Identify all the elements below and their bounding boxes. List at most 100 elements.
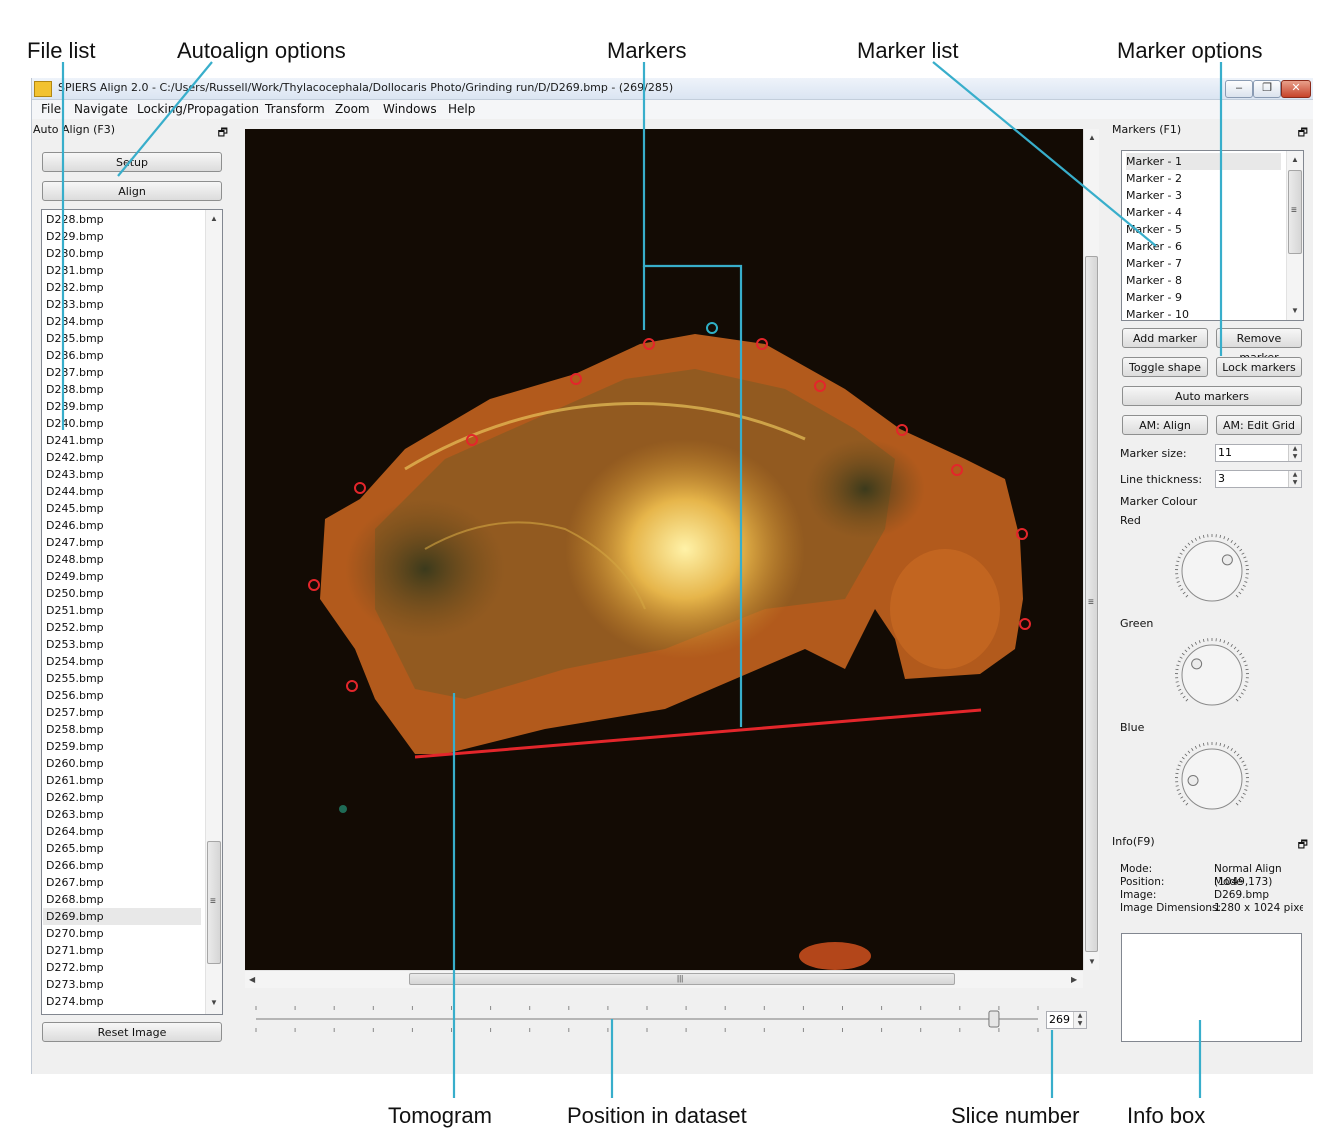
viewport-horizontal-scrollbar[interactable]: ◀ ||| ▶ [245, 970, 1083, 988]
selected-marker[interactable] [706, 322, 718, 334]
file-list-item[interactable]: D238.bmp [46, 381, 201, 398]
spin-arrows-icon[interactable]: ▲ ▼ [1288, 471, 1301, 487]
slider-handle[interactable] [988, 1010, 1000, 1028]
file-list-item[interactable]: D246.bmp [46, 517, 201, 534]
file-list-item[interactable]: D267.bmp [46, 874, 201, 891]
file-list-item[interactable]: D250.bmp [46, 585, 201, 602]
toggle-shape-button[interactable]: Toggle shape [1122, 357, 1208, 377]
menu-file[interactable]: File [41, 102, 61, 116]
marker-list-item[interactable]: Marker - 4 [1126, 204, 1281, 221]
dial-indicator[interactable] [1191, 658, 1203, 670]
scroll-right-arrow-icon[interactable]: ▶ [1071, 975, 1077, 984]
float-panel-icon[interactable]: 🗗 [1298, 124, 1308, 143]
restore-button[interactable]: ❐ [1253, 80, 1281, 98]
file-list-scrollbar[interactable]: ▲ ≡ ▼ [205, 210, 222, 1014]
file-list-item[interactable]: D257.bmp [46, 704, 201, 721]
file-list-item[interactable]: D248.bmp [46, 551, 201, 568]
marker[interactable] [570, 373, 582, 385]
file-list-item[interactable]: D240.bmp [46, 415, 201, 432]
file-list-item[interactable]: D247.bmp [46, 534, 201, 551]
file-list-item[interactable]: D268.bmp [46, 891, 201, 908]
menu-zoom[interactable]: Zoom [335, 102, 370, 116]
remove-marker-button[interactable]: Remove marker [1216, 328, 1302, 364]
file-list-item[interactable]: D261.bmp [46, 772, 201, 789]
file-list-item[interactable]: D266.bmp [46, 857, 201, 874]
add-marker-button[interactable]: Add marker [1122, 328, 1208, 348]
minimize-button[interactable]: – [1225, 80, 1253, 98]
marker[interactable] [308, 579, 320, 591]
marker[interactable] [951, 464, 963, 476]
file-list-item[interactable]: D253.bmp [46, 636, 201, 653]
file-list-item[interactable]: D236.bmp [46, 347, 201, 364]
marker-list-item[interactable]: Marker - 6 [1126, 238, 1281, 255]
close-button[interactable]: ✕ [1281, 80, 1311, 98]
marker-list-item[interactable]: Marker - 3 [1126, 187, 1281, 204]
slice-number-spinbox[interactable]: 269 ▲ ▼ [1046, 1011, 1087, 1029]
dial-indicator[interactable] [1221, 554, 1233, 566]
menu-windows[interactable]: Windows [383, 102, 437, 116]
spin-arrows-icon[interactable]: ▲ ▼ [1073, 1012, 1086, 1028]
file-list-item[interactable]: D237.bmp [46, 364, 201, 381]
file-list-item[interactable]: D274.bmp [46, 993, 201, 1010]
file-list-item[interactable]: D249.bmp [46, 568, 201, 585]
file-list-item[interactable]: D272.bmp [46, 959, 201, 976]
file-list-item[interactable]: D264.bmp [46, 823, 201, 840]
marker-list-scrollbar[interactable]: ▲ ≡ ▼ [1286, 151, 1303, 320]
file-list-item[interactable]: D245.bmp [46, 500, 201, 517]
marker-overlay[interactable] [245, 129, 1099, 970]
marker[interactable] [643, 338, 655, 350]
scroll-left-arrow-icon[interactable]: ◀ [249, 975, 255, 984]
marker[interactable] [1019, 618, 1031, 630]
file-list-item[interactable]: D269.bmp [43, 908, 201, 925]
marker-list-item[interactable]: Marker - 10 [1126, 306, 1281, 320]
file-list-item[interactable]: D241.bmp [46, 432, 201, 449]
marker[interactable] [814, 380, 826, 392]
file-list-item[interactable]: D242.bmp [46, 449, 201, 466]
file-list-item[interactable]: D263.bmp [46, 806, 201, 823]
dial-indicator[interactable] [1187, 774, 1199, 786]
file-list-item[interactable]: D265.bmp [46, 840, 201, 857]
menu-locking-propagation[interactable]: Locking/Propagation [137, 102, 259, 116]
red-dial[interactable] [1172, 531, 1252, 611]
file-list-item[interactable]: D229.bmp [46, 228, 201, 245]
file-list-item[interactable]: D259.bmp [46, 738, 201, 755]
file-list-item[interactable]: D270.bmp [46, 925, 201, 942]
marker-list-item[interactable]: Marker - 8 [1126, 272, 1281, 289]
file-list-item[interactable]: D233.bmp [46, 296, 201, 313]
lock-markers-button[interactable]: Lock markers [1216, 357, 1302, 377]
spin-arrows-icon[interactable]: ▲ ▼ [1288, 445, 1301, 461]
marker[interactable] [1016, 528, 1028, 540]
reset-image-button[interactable]: Reset Image [42, 1022, 222, 1042]
green-dial[interactable] [1172, 635, 1252, 715]
marker[interactable] [896, 424, 908, 436]
am-align-button[interactable]: AM: Align [1122, 415, 1208, 435]
scroll-down-arrow-icon[interactable]: ▼ [1088, 957, 1096, 966]
float-panel-icon[interactable]: 🗗 [218, 124, 228, 143]
file-list-item[interactable]: D231.bmp [46, 262, 201, 279]
dial-knob[interactable] [1181, 540, 1243, 602]
marker-list[interactable]: Marker - 1 Marker - 2 Marker - 3 Marker - 4… [1121, 150, 1304, 321]
file-list[interactable]: D228.bmp D229.bmp D230.bmp D231.bmp D232.bmp… [41, 209, 223, 1015]
file-list-item[interactable]: D243.bmp [46, 466, 201, 483]
float-panel-icon[interactable]: 🗗 [1298, 836, 1308, 855]
viewport-vertical-scrollbar[interactable]: ▲ ≡ ▼ [1083, 129, 1099, 970]
marker-list-item[interactable]: Marker - 5 [1126, 221, 1281, 238]
file-list-item[interactable]: D230.bmp [46, 245, 201, 262]
file-list-item[interactable]: D271.bmp [46, 942, 201, 959]
file-list-item[interactable]: D232.bmp [46, 279, 201, 296]
file-list-item[interactable]: D260.bmp [46, 755, 201, 772]
marker-list-item[interactable]: Marker - 7 [1126, 255, 1281, 272]
marker[interactable] [354, 482, 366, 494]
file-list-item[interactable]: D252.bmp [46, 619, 201, 636]
file-list-item[interactable]: D273.bmp [46, 976, 201, 993]
menu-navigate[interactable]: Navigate [74, 102, 128, 116]
marker-list-item[interactable]: Marker - 9 [1126, 289, 1281, 306]
file-list-item[interactable]: D239.bmp [46, 398, 201, 415]
am-edit-grid-button[interactable]: AM: Edit Grid [1216, 415, 1302, 435]
file-list-item[interactable]: D234.bmp [46, 313, 201, 330]
dial-knob[interactable] [1181, 644, 1243, 706]
scroll-down-arrow-icon[interactable]: ▼ [1291, 306, 1299, 315]
marker-size-spinbox[interactable]: 11 ▲ ▼ [1215, 444, 1302, 462]
file-list-item[interactable]: D255.bmp [46, 670, 201, 687]
align-button[interactable]: Align [42, 181, 222, 201]
